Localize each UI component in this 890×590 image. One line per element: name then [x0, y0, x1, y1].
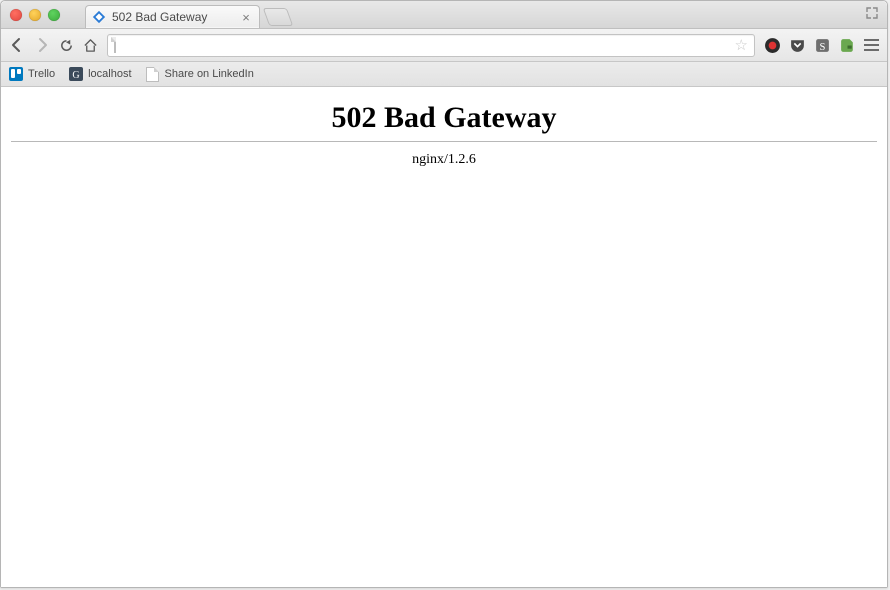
bookmark-share-linkedin[interactable]: Share on LinkedIn	[146, 67, 254, 81]
extension-icon-pocket[interactable]	[789, 37, 806, 54]
bookmark-localhost[interactable]: G localhost	[69, 67, 131, 81]
bookmark-trello[interactable]: Trello	[9, 67, 55, 81]
localhost-icon: G	[69, 67, 83, 81]
bookmark-label: localhost	[88, 68, 131, 80]
page-icon	[114, 38, 128, 52]
tab-title: 502 Bad Gateway	[112, 10, 207, 24]
url-input[interactable]	[134, 38, 735, 52]
close-tab-button[interactable]: ×	[239, 10, 253, 24]
reload-button[interactable]	[59, 38, 74, 53]
navigation-toolbar: ☆ S	[1, 29, 887, 62]
back-button[interactable]	[9, 37, 25, 53]
browser-tab[interactable]: 502 Bad Gateway ×	[85, 5, 260, 28]
tab-favicon	[92, 10, 106, 24]
titlebar: 502 Bad Gateway ×	[1, 1, 887, 29]
server-signature: nginx/1.2.6	[1, 152, 887, 168]
home-button[interactable]	[83, 38, 98, 53]
window-controls	[10, 9, 60, 21]
tab-strip: 502 Bad Gateway ×	[85, 1, 290, 28]
minimize-window-button[interactable]	[29, 9, 41, 21]
svg-text:S: S	[820, 41, 826, 52]
divider	[11, 141, 877, 142]
fullscreen-button[interactable]	[866, 7, 878, 22]
zoom-window-button[interactable]	[48, 9, 60, 21]
extension-icon-evernote[interactable]	[839, 37, 856, 54]
error-heading: 502 Bad Gateway	[1, 101, 887, 135]
new-tab-button[interactable]	[263, 8, 294, 26]
browser-window: 502 Bad Gateway × ☆	[0, 0, 888, 588]
close-window-button[interactable]	[10, 9, 22, 21]
svg-text:G: G	[72, 70, 79, 81]
forward-button[interactable]	[34, 37, 50, 53]
extension-icon-adblock[interactable]	[764, 37, 781, 54]
bookmark-star-icon[interactable]: ☆	[735, 36, 748, 54]
bookmark-label: Trello	[28, 68, 55, 80]
chrome-menu-button[interactable]	[864, 39, 879, 51]
extension-icon-script[interactable]: S	[814, 37, 831, 54]
file-icon	[146, 67, 160, 81]
extension-icons: S	[764, 37, 879, 54]
page-content: 502 Bad Gateway nginx/1.2.6	[1, 87, 887, 587]
trello-icon	[9, 67, 23, 81]
bookmark-label: Share on LinkedIn	[165, 68, 254, 80]
address-bar[interactable]: ☆	[107, 34, 755, 57]
bookmarks-bar: Trello G localhost Share on LinkedIn	[1, 62, 887, 87]
